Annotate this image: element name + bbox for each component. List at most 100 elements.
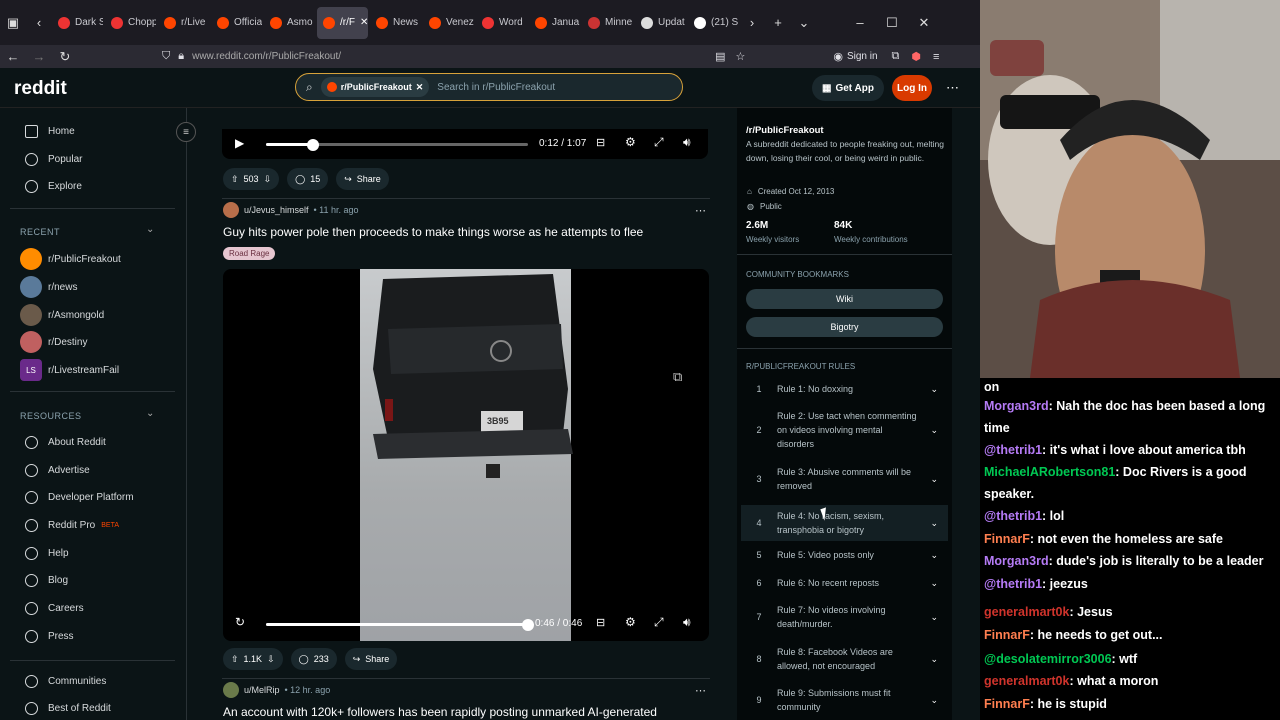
signin-label[interactable]: Sign in (847, 51, 878, 62)
resources-heading[interactable]: RESOURCES (20, 411, 82, 421)
bookmark-wiki[interactable]: Wiki (746, 289, 943, 309)
shield-icon[interactable]: ⛉ (162, 50, 170, 63)
resource-advertise[interactable]: Advertise (25, 464, 90, 477)
nav-best-of-reddit[interactable]: Best of Reddit (25, 702, 111, 715)
collapse-nav-icon[interactable]: ≡ (176, 122, 196, 142)
resource-careers[interactable]: Careers (25, 602, 84, 615)
post2-title[interactable]: Guy hits power pole then proceeds to mak… (223, 225, 643, 239)
chat-username[interactable]: FinnarF (984, 697, 1030, 711)
browser-tab[interactable]: (21) S (688, 7, 739, 39)
rule-2[interactable]: 2 Rule 2: Use tact when commenting on vid… (741, 408, 948, 452)
maximize-icon[interactable]: ☐ (879, 7, 905, 39)
settings-icon[interactable]: ⚙ (625, 135, 636, 149)
url-bar[interactable]: www.reddit.com/r/PublicFreakout/ (192, 51, 341, 62)
chat-username[interactable]: @desolatemirror3006 (984, 652, 1112, 666)
browser-tab[interactable]: Updat (635, 7, 686, 39)
rule-5[interactable]: 5 Rule 5: Video posts only ⌄ (741, 546, 948, 564)
reader-icon[interactable]: ▤ (715, 50, 725, 63)
browser-tab[interactable]: r/Live (158, 7, 209, 39)
browser-tab[interactable]: Janua (529, 7, 580, 39)
recent-item-destiny[interactable]: r/Destiny (20, 331, 87, 353)
resource-help[interactable]: Help (25, 547, 69, 560)
browser-tab[interactable]: Word (476, 7, 527, 39)
close-window-icon[interactable]: ✕ (911, 7, 937, 39)
search-placeholder[interactable]: Search in r/PublicFreakout (437, 82, 555, 93)
recent-item-news[interactable]: r/news (20, 276, 77, 298)
video-player-2[interactable]: 3B95 ⧉ (223, 269, 709, 641)
browser-tab[interactable]: Minne (582, 7, 633, 39)
browser-tab[interactable]: /r/F ✕ (317, 6, 368, 39)
seek-handle-1[interactable] (307, 139, 320, 151)
volume-icon[interactable]: 🔊︎ (683, 135, 691, 150)
recent-item-asmongold[interactable]: r/Asmongold (20, 304, 104, 326)
chat-username[interactable]: Morgan3rd (984, 554, 1049, 568)
rule-3[interactable]: 3 Rule 3: Abusive comments will be remove… (741, 464, 948, 494)
chat-username[interactable]: FinnarF (984, 628, 1030, 642)
captions-icon[interactable]: ⊟ (596, 136, 605, 149)
chat-username[interactable]: @thetrib1 (984, 443, 1042, 457)
recent-chevron-icon[interactable]: ⌄ (146, 224, 154, 235)
nav-home[interactable]: Home (25, 125, 75, 138)
minimize-icon[interactable]: – (847, 7, 873, 39)
reddit-logo[interactable]: reddit (14, 78, 67, 100)
post-options-icon[interactable]: ⋯ (695, 684, 706, 697)
fullscreen-icon[interactable]: ⤢ (654, 615, 664, 630)
fullscreen-icon[interactable]: ⤢ (654, 135, 664, 150)
get-app-button[interactable]: ▦ Get App (812, 75, 884, 101)
subreddit-chip[interactable]: r/PublicFreakout ✕ (320, 77, 430, 97)
tab-manager-icon[interactable]: ▣ (0, 7, 26, 39)
nav-communities[interactable]: Communities (25, 675, 106, 688)
browser-tab[interactable]: Venez (423, 7, 474, 39)
resource-blog[interactable]: Blog (25, 574, 68, 587)
browser-tab[interactable]: Chopp (105, 7, 156, 39)
chat-username[interactable]: generalmart0k (984, 674, 1069, 688)
chat-username[interactable]: @thetrib1 (984, 577, 1042, 591)
rule-9[interactable]: 9 Rule 9: Submissions must fit community ⌄ (741, 685, 948, 715)
extensions-icon[interactable]: ⧉ (892, 50, 900, 63)
resource-reddit-pro[interactable]: Reddit Pro BETA (25, 519, 119, 532)
captions-icon[interactable]: ⊟ (596, 616, 605, 629)
bookmark-star-icon[interactable]: ☆ (735, 50, 745, 63)
author-name[interactable]: u/Jevus_himself (244, 205, 309, 215)
vote-pill[interactable]: ⇧ 1.1K ⇩ (223, 648, 283, 670)
upvote-icon[interactable]: ⇧ (231, 174, 239, 185)
more-options-icon[interactable]: ⋯ (946, 80, 959, 96)
replay-icon[interactable]: ↻ (235, 615, 245, 629)
browser-tab[interactable]: Officia (211, 7, 262, 39)
recent-item-publicfreakout[interactable]: r/PublicFreakout (20, 248, 121, 270)
chat-username[interactable]: FinnarF (984, 532, 1030, 546)
share-button[interactable]: ↪ Share (336, 168, 389, 190)
browser-tab[interactable]: News (370, 7, 421, 39)
browser-tab[interactable]: Asmo (264, 7, 315, 39)
chat-username[interactable]: generalmart0k (984, 605, 1069, 619)
rule-6[interactable]: 6 Rule 6: No recent reposts ⌄ (741, 574, 948, 592)
scrollbar[interactable] (969, 108, 980, 720)
new-tab-icon[interactable]: + (765, 7, 791, 39)
scroll-tabs-left-icon[interactable]: ‹ (26, 7, 52, 39)
vote-pill[interactable]: ⇧ 503 ⇩ (223, 168, 280, 190)
account-icon[interactable]: ◉ (833, 50, 843, 63)
post-options-icon[interactable]: ⋯ (695, 204, 706, 217)
comments-button[interactable]: ◯ 233 (290, 648, 337, 670)
browser-tab[interactable]: Dark S (52, 7, 103, 39)
post2-author[interactable]: u/Jevus_himself • 11 hr. ago (223, 202, 359, 218)
nav-explore[interactable]: Explore (25, 180, 82, 193)
resource-developer[interactable]: Developer Platform (25, 491, 134, 504)
chat-username[interactable]: @thetrib1 (984, 509, 1042, 523)
remove-chip-icon[interactable]: ✕ (416, 82, 424, 93)
chat-username[interactable]: Morgan3rd (984, 399, 1049, 413)
rule-7[interactable]: 7 Rule 7: No videos involving death/murde… (741, 602, 948, 632)
menu-icon[interactable]: ≡ (933, 51, 939, 63)
search-box[interactable]: ⌕ r/PublicFreakout ✕ Search in r/PublicF… (295, 73, 683, 101)
resource-about[interactable]: About Reddit (25, 436, 106, 449)
bookmark-bigotry[interactable]: Bigotry (746, 317, 943, 337)
rule-8[interactable]: 8 Rule 8: Facebook Videos are allowed, no… (741, 644, 948, 674)
author-name[interactable]: u/MelRip (244, 685, 280, 695)
settings-icon[interactable]: ⚙ (625, 615, 636, 629)
close-tab-icon[interactable]: ✕ (360, 17, 368, 28)
comments-button[interactable]: ◯ 15 (287, 168, 329, 190)
recent-item-livestreamfail[interactable]: LS r/LivestreamFail (20, 359, 119, 381)
seek-handle-2[interactable] (522, 619, 534, 631)
post3-author[interactable]: u/MelRip • 12 hr. ago (223, 682, 330, 698)
volume-icon[interactable]: 🔊︎ (683, 615, 691, 630)
